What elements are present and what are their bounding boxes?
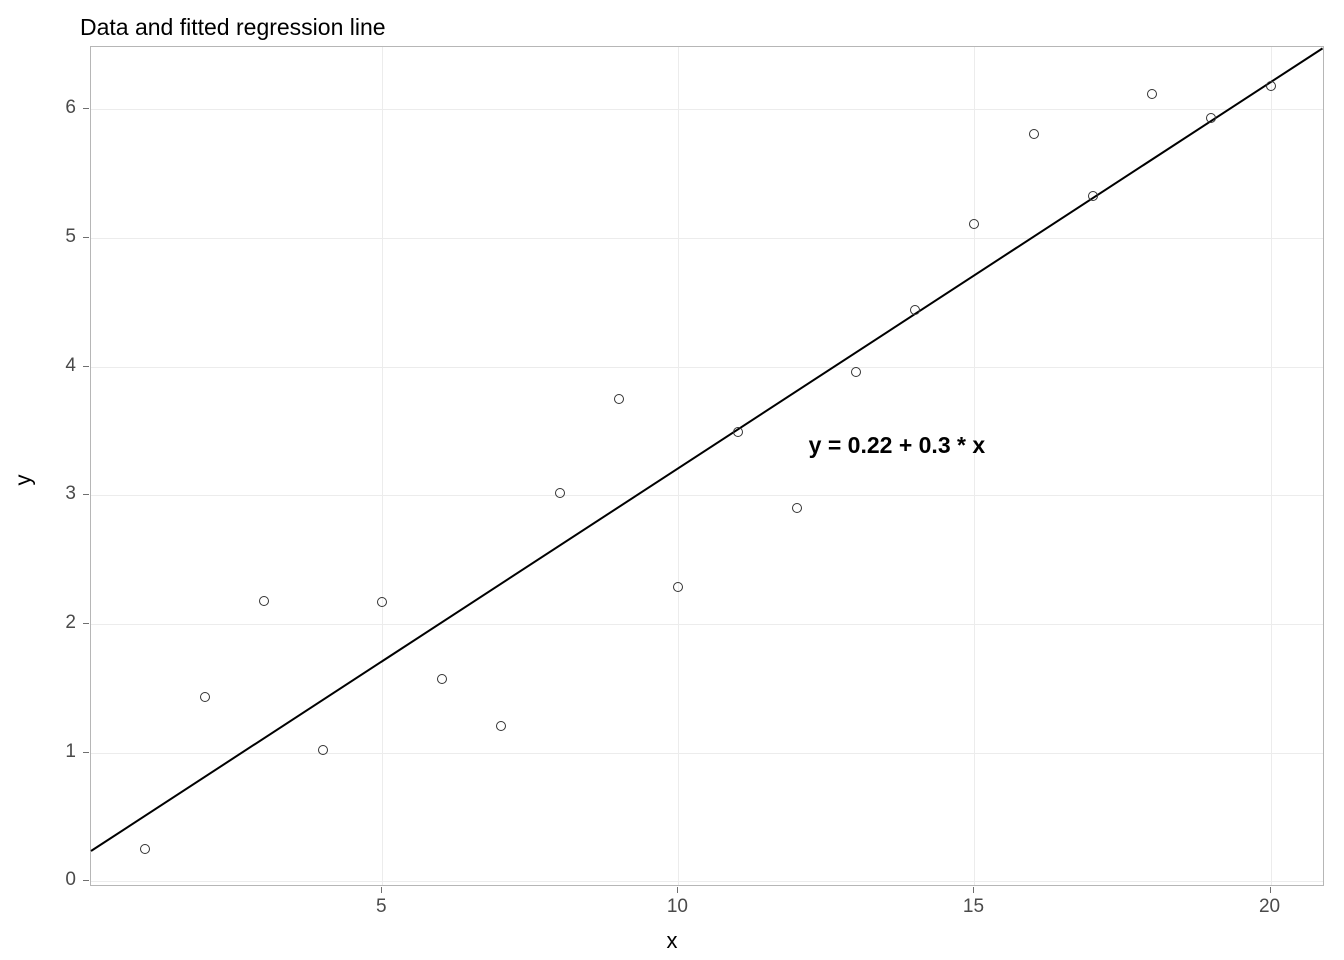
- x-axis-label: x: [667, 928, 678, 954]
- grid-line-h: [91, 624, 1323, 625]
- regression-line: [90, 47, 1323, 851]
- tick-mark-y: [83, 494, 89, 495]
- chart-title: Data and fitted regression line: [80, 14, 386, 41]
- data-point: [851, 367, 861, 377]
- tick-mark-y: [83, 237, 89, 238]
- tick-mark-y: [83, 108, 89, 109]
- y-tick-label: 5: [16, 226, 76, 248]
- grid-line-h: [91, 753, 1323, 754]
- data-point: [1029, 129, 1039, 139]
- data-point: [910, 305, 920, 315]
- data-point: [377, 597, 387, 607]
- grid-line-h: [91, 109, 1323, 110]
- tick-mark-y: [83, 623, 89, 624]
- y-tick-label: 2: [16, 612, 76, 634]
- y-tick-label: 1: [16, 741, 76, 763]
- plot-area: y = 0.22 + 0.3 * x: [90, 46, 1324, 886]
- grid-line-v: [382, 47, 383, 885]
- grid-line-v: [974, 47, 975, 885]
- data-point: [555, 488, 565, 498]
- y-tick-label: 4: [16, 355, 76, 377]
- data-point: [1147, 89, 1157, 99]
- chart-container: Data and fitted regression line y = 0.22…: [0, 0, 1344, 960]
- tick-mark-x: [677, 887, 678, 893]
- data-point: [437, 674, 447, 684]
- y-tick-label: 3: [16, 483, 76, 505]
- x-tick-label: 5: [376, 896, 387, 918]
- data-point: [1206, 113, 1216, 123]
- data-point: [140, 844, 150, 854]
- data-point: [1266, 81, 1276, 91]
- grid-line-h: [91, 367, 1323, 368]
- data-point: [1088, 191, 1098, 201]
- tick-mark-y: [83, 880, 89, 881]
- tick-mark-y: [83, 366, 89, 367]
- data-point: [733, 427, 743, 437]
- x-tick-label: 20: [1259, 896, 1280, 918]
- data-point: [792, 503, 802, 513]
- grid-line-h: [91, 881, 1323, 882]
- data-point: [969, 219, 979, 229]
- data-point: [673, 582, 683, 592]
- grid-line-v: [1271, 47, 1272, 885]
- data-point: [259, 596, 269, 606]
- regression-equation: y = 0.22 + 0.3 * x: [809, 432, 985, 459]
- x-tick-label: 15: [963, 896, 984, 918]
- tick-mark-x: [1270, 887, 1271, 893]
- grid-line-h: [91, 238, 1323, 239]
- y-tick-label: 0: [16, 869, 76, 891]
- data-point: [614, 394, 624, 404]
- tick-mark-x: [973, 887, 974, 893]
- x-tick-label: 10: [667, 896, 688, 918]
- tick-mark-x: [381, 887, 382, 893]
- data-point: [200, 692, 210, 702]
- tick-mark-y: [83, 752, 89, 753]
- data-point: [496, 721, 506, 731]
- data-point: [318, 745, 328, 755]
- grid-line-h: [91, 495, 1323, 496]
- y-tick-label: 6: [16, 97, 76, 119]
